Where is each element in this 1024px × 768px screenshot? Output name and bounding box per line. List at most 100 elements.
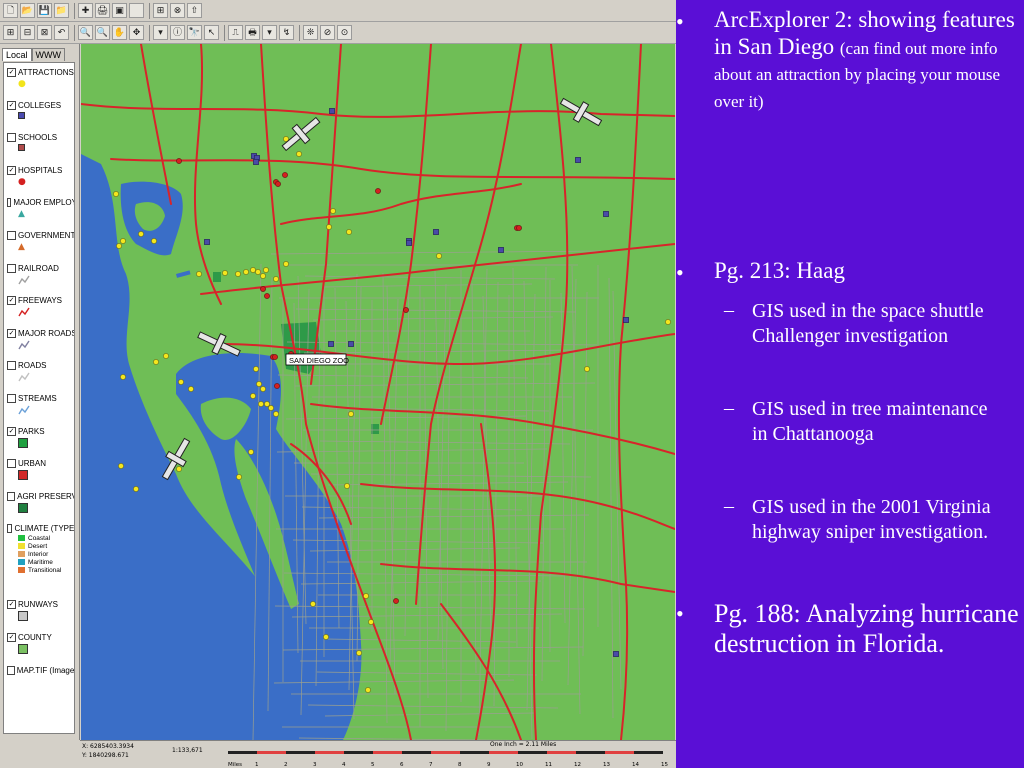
layer-name[interactable]: MAJOR ROADS: [18, 329, 74, 338]
map-tool-button[interactable]: ⊘: [320, 25, 335, 40]
attraction-point[interactable]: [250, 393, 256, 399]
attraction-point[interactable]: [363, 593, 369, 599]
college-point[interactable]: [204, 239, 210, 245]
map-tool-button[interactable]: ⊠: [37, 25, 52, 40]
attraction-point[interactable]: [116, 243, 122, 249]
layer-checkbox[interactable]: [7, 133, 16, 143]
attraction-point[interactable]: [368, 619, 374, 625]
main-tool-button[interactable]: ⇧: [187, 3, 202, 18]
map-tool-button[interactable]: ⎍: [228, 25, 243, 40]
map-tool-button[interactable]: ↯: [279, 25, 294, 40]
attraction-point[interactable]: [253, 366, 259, 372]
attraction-point[interactable]: [188, 386, 194, 392]
college-point[interactable]: [498, 247, 504, 253]
attraction-point[interactable]: [243, 269, 249, 275]
attraction-point[interactable]: [665, 319, 671, 325]
attraction-point[interactable]: [163, 353, 169, 359]
college-point[interactable]: [613, 651, 619, 657]
hospital-point[interactable]: [282, 172, 288, 178]
map-tool-button[interactable]: ⊟: [20, 25, 35, 40]
attraction-point[interactable]: [138, 231, 144, 237]
attraction-point[interactable]: [268, 405, 274, 411]
layer-name[interactable]: COUNTY: [18, 633, 52, 642]
map-tool-button[interactable]: ⊞: [3, 25, 18, 40]
layer-name[interactable]: RUNWAYS: [18, 600, 58, 609]
attraction-point[interactable]: [365, 687, 371, 693]
map-tool-button[interactable]: ✋: [112, 25, 127, 40]
layer-name[interactable]: ROADS: [18, 361, 46, 370]
attraction-point[interactable]: [120, 374, 126, 380]
layer-checkbox[interactable]: ✓: [7, 600, 16, 610]
attraction-point[interactable]: [248, 449, 254, 455]
hospital-point[interactable]: [274, 383, 280, 389]
map-tool-button[interactable]: 🔍: [95, 25, 110, 40]
college-point[interactable]: [575, 157, 581, 163]
layer-checkbox[interactable]: [7, 394, 16, 403]
attraction-point[interactable]: [236, 474, 242, 480]
map-tool-button[interactable]: ❊: [303, 25, 318, 40]
layer-checkbox[interactable]: ✓: [7, 68, 16, 77]
layer-name[interactable]: CLIMATE (TYPE): [14, 524, 74, 533]
attraction-point[interactable]: [151, 238, 157, 244]
layer-checkbox[interactable]: ✓: [7, 100, 16, 110]
layer-name[interactable]: COLLEGES: [18, 101, 61, 110]
attraction-point[interactable]: [310, 601, 316, 607]
layer-checkbox[interactable]: ✓: [7, 426, 16, 436]
tab-local[interactable]: Local: [2, 48, 32, 61]
college-point[interactable]: [329, 108, 335, 114]
attraction-point[interactable]: [260, 273, 266, 279]
main-tool-button[interactable]: 💾: [37, 3, 52, 18]
hospital-point[interactable]: [260, 286, 266, 292]
attraction-point[interactable]: [256, 381, 262, 387]
college-point[interactable]: [433, 229, 439, 235]
attraction-point[interactable]: [346, 229, 352, 235]
map-tool-button[interactable]: ⊙: [337, 25, 352, 40]
attraction-point[interactable]: [118, 463, 124, 469]
main-tool-button[interactable]: ⊗: [170, 3, 185, 18]
hospital-point[interactable]: [264, 293, 270, 299]
map-view[interactable]: SAN DIEGO ZOO: [81, 44, 675, 740]
attraction-point[interactable]: [356, 650, 362, 656]
layer-checkbox[interactable]: [7, 524, 13, 534]
attraction-point[interactable]: [133, 486, 139, 492]
layer-checkbox[interactable]: ✓: [7, 633, 16, 642]
attraction-point[interactable]: [330, 208, 336, 214]
hospital-point[interactable]: [275, 181, 281, 187]
attraction-point[interactable]: [584, 366, 590, 372]
college-point[interactable]: [348, 341, 354, 347]
layer-name[interactable]: FREEWAYS: [18, 296, 62, 305]
attraction-point[interactable]: [273, 411, 279, 417]
attraction-point[interactable]: [344, 483, 350, 489]
map-tool-button[interactable]: ↶: [54, 25, 69, 40]
hospital-point[interactable]: [272, 354, 278, 360]
map-tool-button[interactable]: 🖶: [245, 25, 260, 40]
map-tool-button[interactable]: ↖: [204, 25, 219, 40]
attraction-point[interactable]: [250, 267, 256, 273]
map-tool-button[interactable]: 🔍: [78, 25, 93, 40]
layer-name[interactable]: MAJOR EMPLOY: [13, 198, 74, 207]
layer-checkbox[interactable]: [7, 231, 16, 240]
hospital-point[interactable]: [516, 225, 522, 231]
attraction-point[interactable]: [178, 379, 184, 385]
layer-name[interactable]: SCHOOLS: [18, 133, 57, 142]
layer-checkbox[interactable]: [7, 665, 15, 675]
layer-name[interactable]: ATTRACTIONS: [18, 68, 74, 77]
main-tool-button[interactable]: ▣: [112, 3, 127, 18]
layer-checkbox[interactable]: ✓: [7, 296, 16, 306]
attraction-point[interactable]: [348, 411, 354, 417]
layer-name[interactable]: PARKS: [18, 427, 45, 436]
college-point[interactable]: [328, 341, 334, 347]
attraction-point[interactable]: [283, 261, 289, 267]
college-point[interactable]: [253, 159, 259, 165]
college-point[interactable]: [623, 317, 629, 323]
main-tool-button[interactable]: [129, 3, 144, 18]
layer-checkbox[interactable]: [7, 459, 16, 469]
attraction-point[interactable]: [260, 386, 266, 392]
map-tool-button[interactable]: ▾: [262, 25, 277, 40]
map-tool-button[interactable]: ✥: [129, 25, 144, 40]
layer-checkbox[interactable]: [7, 263, 16, 273]
hospital-point[interactable]: [176, 158, 182, 164]
layer-name[interactable]: HOSPITALS: [18, 166, 62, 175]
main-tool-button[interactable]: ✚: [78, 3, 93, 18]
main-tool-button[interactable]: 🗋: [3, 3, 18, 18]
